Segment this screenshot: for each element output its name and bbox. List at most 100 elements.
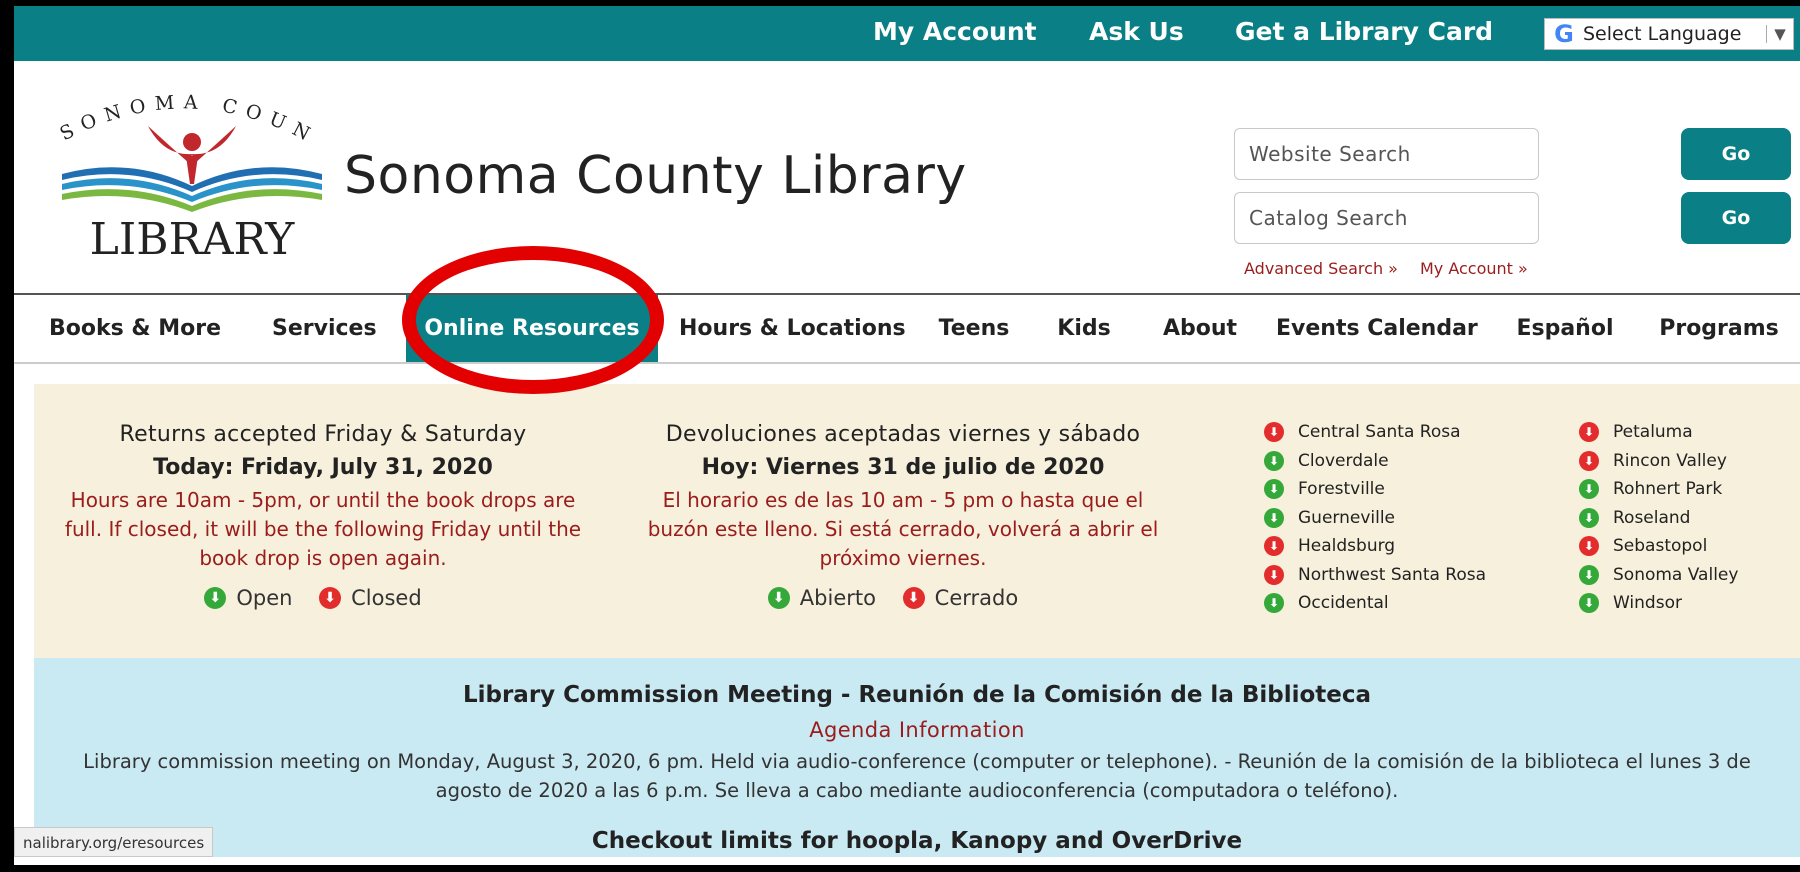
branch-item[interactable]: ⬇ Occidental (1264, 589, 1486, 618)
closed-icon: ⬇ (902, 587, 925, 609)
notice-today-en: Today: Friday, July 31, 2020 (153, 455, 493, 480)
dropdown-arrow-icon: ▼ (1766, 25, 1793, 43)
notice-hours-es: El horario es de las 10 am - 5 pm o hast… (647, 488, 1159, 570)
branch-item[interactable]: ⬇ Northwest Santa Rosa (1264, 561, 1486, 590)
branch-item[interactable]: ⬇ Windsor (1579, 589, 1738, 618)
branch-item[interactable]: ⬇ Forestville (1264, 475, 1486, 504)
branch-name: Central Santa Rosa (1298, 422, 1461, 443)
nav-hours-locations[interactable]: Hours & Locations (679, 295, 906, 362)
branch-item[interactable]: ⬇ Rohnert Park (1579, 475, 1738, 504)
branch-name: Occidental (1298, 593, 1389, 614)
advanced-search-link[interactable]: Advanced Search » (1244, 259, 1398, 278)
google-icon: G (1554, 20, 1574, 48)
search-links: Advanced Search » My Account » (1244, 259, 1550, 278)
branch-item[interactable]: ⬇ Roseland (1579, 504, 1738, 533)
language-select[interactable]: G Select Language ▼ (1544, 18, 1794, 50)
open-icon: ⬇ (767, 587, 790, 609)
catalog-search-input[interactable]: Catalog Search (1234, 192, 1539, 244)
nav-events-calendar[interactable]: Events Calendar (1276, 295, 1478, 362)
notice-today-es: Hoy: Viernes 31 de julio de 2020 (701, 455, 1105, 480)
language-select-value: Select Language (1583, 23, 1742, 45)
notice-title-en: Returns accepted Friday & Saturday (119, 422, 527, 447)
branch-item[interactable]: ⬇ Sebastopol (1579, 532, 1738, 561)
branch-name: Cloverdale (1298, 450, 1389, 471)
branch-item[interactable]: ⬇ Sonoma Valley (1579, 561, 1738, 590)
branch-name: Windsor (1613, 593, 1682, 614)
notice-spanish: Devoluciones aceptadas viernes y sábado … (634, 422, 1172, 610)
catalog-my-account-link[interactable]: My Account » (1420, 259, 1528, 278)
branch-name: Petaluma (1613, 422, 1693, 443)
nav-books-more[interactable]: Books & More (49, 295, 221, 362)
branch-list-2: ⬇ Petaluma ⬇ Rincon Valley ⬇ Rohnert Park ⬇ Ros… (1579, 418, 1738, 618)
logo-arc-text: SONOMA COUNTY (32, 69, 312, 149)
nav-programs[interactable]: Programs (1654, 295, 1784, 362)
returns-notice: Returns accepted Friday & Saturday Today… (34, 384, 1800, 658)
branch-item[interactable]: ⬇ Guerneville (1264, 504, 1486, 533)
notice-english: Returns accepted Friday & Saturday Today… (54, 422, 592, 610)
commission-announcement: Library Commission Meeting - Reunión de … (34, 658, 1800, 865)
branch-name: Forestville (1298, 479, 1385, 500)
library-logo-graphic: SONOMA COUNTY LIBRARY (32, 69, 322, 265)
commission-title: Library Commission Meeting - Reunión de … (462, 682, 1372, 708)
legend-cerrado-label: Cerrado (934, 586, 1019, 610)
notice-hours-en: Hours are 10am - 5pm, or until the book … (64, 488, 582, 570)
checkout-limits-title: Checkout limits for hoopla, Kanopy and O… (591, 828, 1243, 854)
nav-online-resources[interactable]: Online Resources (406, 295, 658, 362)
branch-name: Sebastopol (1613, 536, 1708, 557)
library-logo[interactable]: SONOMA COUNTY LIBRARY (32, 69, 334, 266)
nav-about[interactable]: About (1157, 295, 1243, 362)
catalog-search-go-button[interactable]: Go (1681, 192, 1791, 244)
open-status-icon: ⬇ (1264, 450, 1284, 471)
branch-name: Roseland (1613, 507, 1691, 528)
branch-item[interactable]: ⬇ Cloverdale (1264, 447, 1486, 476)
ask-us-link[interactable]: Ask Us (1089, 17, 1184, 46)
branch-name: Rohnert Park (1613, 479, 1723, 500)
branch-item[interactable]: ⬇ Healdsburg (1264, 532, 1486, 561)
nav-services[interactable]: Services (272, 295, 377, 362)
closed-status-icon: ⬇ (1264, 564, 1284, 585)
open-status-icon: ⬇ (1264, 593, 1284, 614)
open-status-icon: ⬇ (1579, 507, 1599, 528)
get-library-card-link[interactable]: Get a Library Card (1235, 17, 1493, 46)
browser-page: My Account Ask Us Get a Library Card G S… (14, 6, 1800, 865)
site-title[interactable]: Sonoma County Library (344, 146, 967, 206)
closed-status-icon: ⬇ (1264, 536, 1284, 557)
open-status-icon: ⬇ (1264, 507, 1284, 528)
branch-list-1: ⬇ Central Santa Rosa ⬇ Cloverdale ⬇ Forestvil… (1264, 418, 1486, 618)
closed-icon: ⬇ (319, 587, 342, 609)
page-bottom (14, 857, 1800, 865)
open-status-icon: ⬇ (1579, 479, 1599, 500)
website-search-input[interactable]: Website Search (1234, 128, 1539, 180)
status-bar-url: nalibrary.org/eresources (14, 827, 214, 857)
agenda-information-link[interactable]: Agenda Information (34, 718, 1800, 742)
closed-status-icon: ⬇ (1579, 422, 1599, 443)
closed-status-icon: ⬇ (1579, 450, 1599, 471)
open-icon: ⬇ (204, 587, 227, 609)
legend-closed-label: Closed (351, 586, 422, 610)
legend-open-label: Open (236, 586, 293, 610)
svg-text:SONOMA COUNTY: SONOMA COUNTY (44, 86, 321, 149)
utility-bar: My Account Ask Us Get a Library Card G S… (14, 6, 1800, 61)
legend-abierto-label: Abierto (799, 586, 876, 610)
nav-espanol[interactable]: Español (1514, 295, 1616, 362)
branch-item[interactable]: ⬇ Rincon Valley (1579, 447, 1738, 476)
branch-name: Rincon Valley (1613, 450, 1727, 471)
open-status-icon: ⬇ (1579, 564, 1599, 585)
open-status-icon: ⬇ (1579, 593, 1599, 614)
closed-status-icon: ⬇ (1264, 422, 1284, 443)
nav-teens[interactable]: Teens (936, 295, 1012, 362)
open-status-icon: ⬇ (1264, 479, 1284, 500)
notice-title-es: Devoluciones aceptadas viernes y sábado (665, 422, 1141, 447)
closed-status-icon: ⬇ (1579, 536, 1599, 557)
branch-name: Healdsburg (1298, 536, 1396, 557)
logo-word: LIBRARY (90, 214, 296, 265)
branch-item[interactable]: ⬇ Central Santa Rosa (1264, 418, 1486, 447)
legend-es: ⬇ Abierto ⬇ Cerrado (634, 585, 1172, 610)
branch-name: Northwest Santa Rosa (1298, 564, 1487, 585)
branch-item[interactable]: ⬇ Petaluma (1579, 418, 1738, 447)
main-nav: Books & More Services Online Resources H… (14, 293, 1800, 364)
my-account-link[interactable]: My Account (873, 17, 1037, 46)
commission-body: Library commission meeting on Monday, Au… (83, 750, 1751, 802)
nav-kids[interactable]: Kids (1054, 295, 1114, 362)
website-search-go-button[interactable]: Go (1681, 128, 1791, 180)
